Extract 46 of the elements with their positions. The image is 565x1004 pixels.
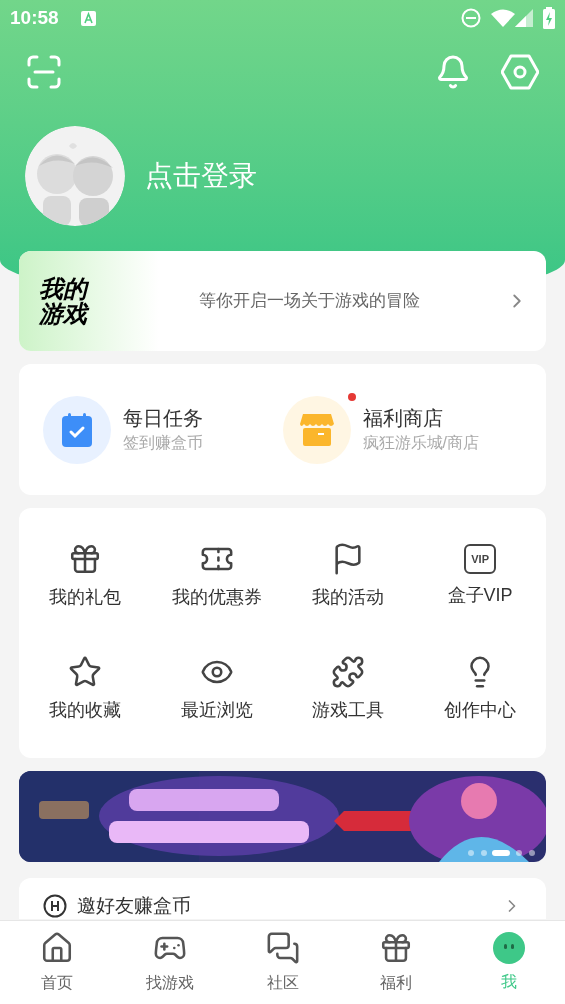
entry-title: 每日任务 [123, 405, 203, 431]
nav-tab[interactable]: 找游戏 [113, 921, 226, 1004]
nav-tab[interactable]: 社区 [226, 921, 339, 1004]
signal-icon [515, 9, 533, 27]
nav-tab[interactable]: 首页 [0, 921, 113, 1004]
shortcut-item[interactable]: 游戏工具 [282, 633, 415, 746]
do-not-disturb-icon [461, 8, 481, 28]
shortcut-item[interactable]: VIP 盒子VIP [414, 520, 546, 633]
entry-title: 福利商店 [362, 405, 444, 431]
battery-icon [543, 7, 555, 29]
status-time: 10:58 [10, 5, 59, 30]
quick-entry[interactable]: 福利商店 疯狂游乐城/商店 [282, 395, 522, 464]
shortcut-item[interactable]: 最近浏览 [150, 633, 283, 746]
my-games-card[interactable]: 我的游戏 等你开启一场关于游戏的冒险 [19, 251, 546, 351]
shortcut-label: 我的优惠券 [171, 586, 262, 609]
entry-subtitle: 签到赚盒币 [123, 432, 203, 453]
shortcut-item[interactable]: 我的优惠券 [150, 520, 283, 633]
shortcut-item[interactable]: 我的收藏 [19, 633, 151, 746]
notification-icon[interactable] [435, 54, 471, 90]
keyboard-status-icon [80, 10, 96, 26]
shortcut-label: 游戏工具 [312, 699, 385, 722]
coin-icon [43, 894, 67, 918]
smiley-icon [492, 931, 525, 964]
shortcut-item[interactable]: 我的礼包 [19, 520, 151, 633]
shortcut-item[interactable]: 创作中心 [414, 633, 546, 746]
puzzle-icon [331, 655, 366, 689]
shortcut-label: 我的活动 [312, 586, 385, 609]
quick-entry[interactable]: 每日任务 签到赚盒币 [43, 395, 283, 464]
entry-subtitle: 疯狂游乐城/商店 [362, 432, 479, 453]
chat-icon [265, 930, 300, 965]
shortcut-label: 创作中心 [444, 699, 517, 722]
invite-card[interactable]: 邀好友赚盒币 [19, 878, 546, 919]
shortcut-label: 最近浏览 [180, 699, 253, 722]
shortcut-label: 盒子VIP [447, 584, 513, 607]
star-icon [67, 655, 102, 689]
shortcut-item[interactable]: 我的活动 [282, 520, 415, 633]
nav-tab[interactable]: 福利 [339, 921, 452, 1004]
settings-icon[interactable] [501, 54, 539, 90]
invite-label: 邀好友赚盒币 [77, 894, 191, 918]
carousel-dots-icon [468, 850, 536, 856]
shortcut-label: 我的礼包 [48, 586, 121, 609]
my-games-tagline: 等你开启一场关于游戏的冒险 [199, 290, 421, 313]
my-games-logo: 我的游戏 [39, 275, 90, 327]
vip-icon: VIP [464, 544, 497, 574]
shortcut-label: 我的收藏 [48, 699, 121, 722]
scan-icon[interactable] [26, 54, 62, 90]
